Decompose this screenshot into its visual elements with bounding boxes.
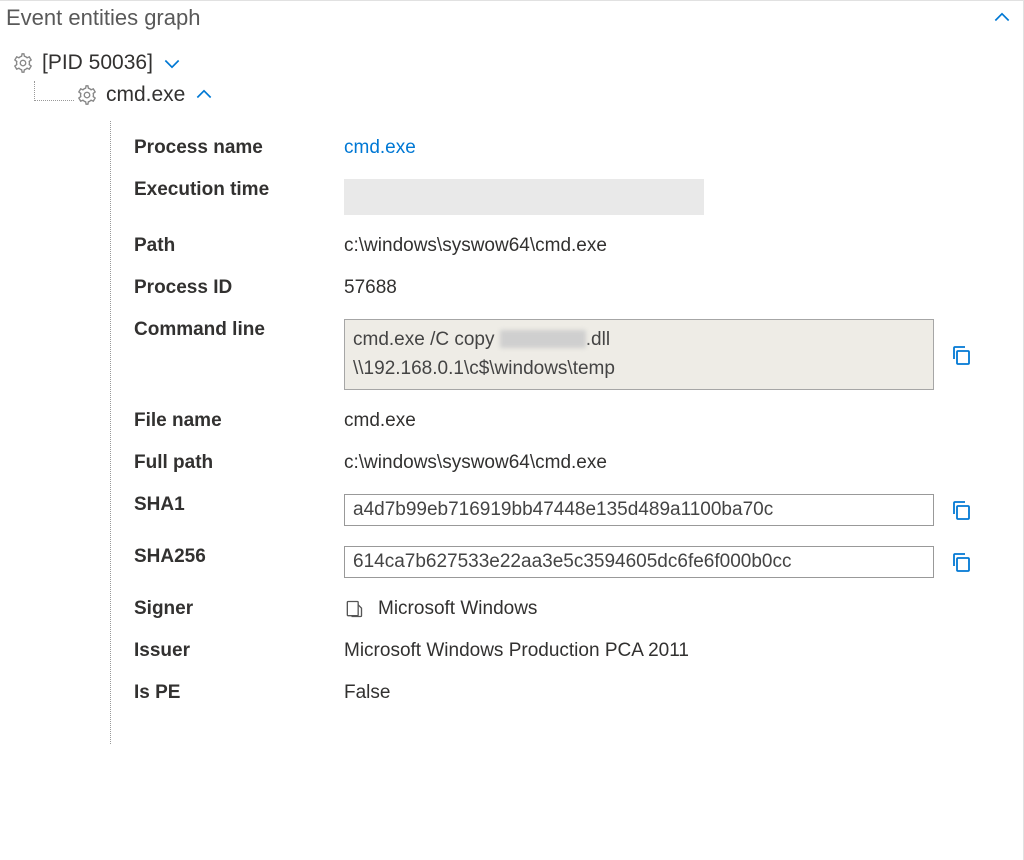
value-is-pe: False xyxy=(344,682,390,704)
label-sha1: SHA1 xyxy=(134,494,344,516)
row-signer: Signer Microsoft Windows xyxy=(134,588,1023,630)
label-process-id: Process ID xyxy=(134,277,344,299)
label-process-name: Process name xyxy=(134,137,344,159)
value-file-name: cmd.exe xyxy=(344,410,416,432)
row-process-name: Process name cmd.exe xyxy=(134,127,1023,169)
cmd-prefix: cmd.exe /C copy xyxy=(353,329,500,350)
copy-sha256-button[interactable] xyxy=(948,549,974,575)
entities-tree: [PID 50036] cmd.exe Process name cmd.exe… xyxy=(0,35,1023,714)
row-command-line: Command line cmd.exe /C copy .dll \\192.… xyxy=(134,309,1023,400)
row-issuer: Issuer Microsoft Windows Production PCA … xyxy=(134,630,1023,672)
gear-icon xyxy=(76,84,98,106)
tree-root-node[interactable]: [PID 50036] xyxy=(12,45,1023,81)
chevron-up-icon[interactable] xyxy=(193,84,215,106)
cmd-suffix1: .dll xyxy=(586,329,610,350)
row-is-pe: Is PE False xyxy=(134,672,1023,714)
copy-command-line-button[interactable] xyxy=(948,342,974,368)
value-execution-time-redacted xyxy=(344,179,704,215)
tree-child-node[interactable]: cmd.exe xyxy=(34,81,1023,113)
row-execution-time: Execution time xyxy=(134,169,1023,225)
label-issuer: Issuer xyxy=(134,640,344,662)
value-signer: Microsoft Windows xyxy=(378,598,537,620)
value-sha256[interactable]: 614ca7b627533e22aa3e5c3594605dc6fe6f000b… xyxy=(344,546,934,578)
label-signer: Signer xyxy=(134,598,344,620)
tree-root-label: [PID 50036] xyxy=(42,51,153,75)
cmd-redacted xyxy=(500,330,586,348)
certificate-icon xyxy=(344,599,364,619)
row-full-path: Full path c:\windows\syswow64\cmd.exe xyxy=(134,442,1023,484)
row-file-name: File name cmd.exe xyxy=(134,400,1023,442)
section-title: Event entities graph xyxy=(6,5,200,31)
label-sha256: SHA256 xyxy=(134,546,344,568)
value-command-line[interactable]: cmd.exe /C copy .dll \\192.168.0.1\c$\wi… xyxy=(344,319,934,390)
cmd-line2: \\192.168.0.1\c$\windows\temp xyxy=(353,358,615,379)
copy-sha1-button[interactable] xyxy=(948,497,974,523)
label-is-pe: Is PE xyxy=(134,682,344,704)
label-command-line: Command line xyxy=(134,319,344,341)
value-process-name[interactable]: cmd.exe xyxy=(344,137,416,159)
section-header[interactable]: Event entities graph xyxy=(0,1,1023,35)
row-path: Path c:\windows\syswow64\cmd.exe xyxy=(134,225,1023,267)
chevron-down-icon[interactable] xyxy=(161,52,183,74)
label-file-name: File name xyxy=(134,410,344,432)
value-full-path: c:\windows\syswow64\cmd.exe xyxy=(344,452,607,474)
label-execution-time: Execution time xyxy=(134,179,344,201)
tree-connector xyxy=(34,81,74,101)
value-path: c:\windows\syswow64\cmd.exe xyxy=(344,235,607,257)
label-full-path: Full path xyxy=(134,452,344,474)
row-sha1: SHA1 a4d7b99eb716919bb47448e135d489a1100… xyxy=(134,484,1023,536)
value-sha1[interactable]: a4d7b99eb716919bb47448e135d489a1100ba70c xyxy=(344,494,934,526)
value-process-id: 57688 xyxy=(344,277,397,299)
gear-icon xyxy=(12,52,34,74)
label-path: Path xyxy=(134,235,344,257)
row-sha256: SHA256 614ca7b627533e22aa3e5c3594605dc6f… xyxy=(134,536,1023,588)
row-process-id: Process ID 57688 xyxy=(134,267,1023,309)
tree-vertical-line xyxy=(110,121,111,744)
tree-child-label: cmd.exe xyxy=(106,83,185,107)
section-collapse-icon[interactable] xyxy=(991,7,1013,29)
value-issuer: Microsoft Windows Production PCA 2011 xyxy=(344,640,689,662)
process-details: Process name cmd.exe Execution time Path… xyxy=(134,113,1023,714)
